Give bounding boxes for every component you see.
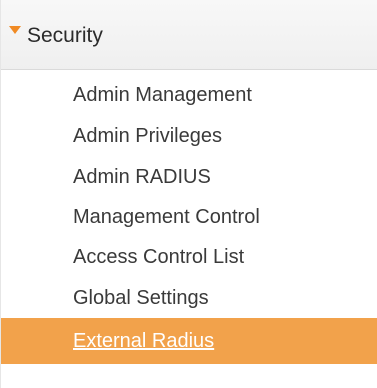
sidebar-item-label: Admin Privileges — [73, 125, 222, 147]
caret-down-icon — [9, 26, 21, 34]
sidebar-item-admin-radius[interactable]: Admin RADIUS — [1, 156, 377, 198]
sidebar-item-access-control-list[interactable]: Access Control List — [1, 236, 377, 278]
sidebar-item-label: External Radius — [73, 330, 215, 352]
sidebar-item-label: Admin RADIUS — [73, 166, 211, 188]
sidebar-item-global-settings[interactable]: Global Settings — [1, 277, 377, 319]
section-title: Security — [27, 24, 103, 47]
sidebar-item-label: Access Control List — [73, 246, 245, 268]
sidebar-item-management-control[interactable]: Management Control — [1, 196, 377, 238]
sidebar-item-external-radius[interactable]: External Radius — [1, 318, 377, 364]
section-header-security[interactable]: Security — [1, 0, 377, 70]
sidebar-item-admin-management[interactable]: Admin Management — [1, 74, 377, 116]
sidebar-item-admin-privileges[interactable]: Admin Privileges — [1, 115, 377, 157]
sidebar-item-label: Admin Management — [73, 84, 252, 106]
sidebar-nav: Security Admin Management Admin Privileg… — [0, 0, 377, 388]
sidebar-item-label: Global Settings — [73, 287, 209, 309]
sidebar-item-label: Management Control — [73, 206, 260, 228]
